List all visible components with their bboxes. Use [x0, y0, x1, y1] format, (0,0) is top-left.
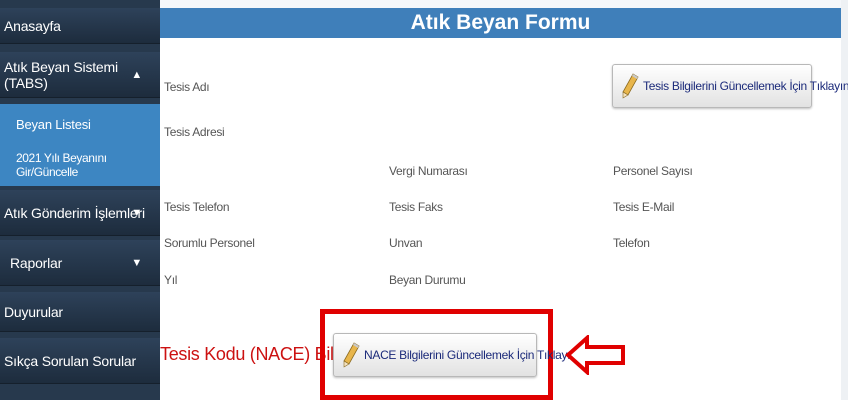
label-tesis-email: Tesis E-Mail [613, 200, 675, 214]
update-nace-button[interactable]: NACE Bilgilerini Güncellemek İçin Tıklay… [333, 333, 589, 377]
caret-down-icon: ▼ [131, 206, 142, 219]
sidebar-item-beyan-gir[interactable]: 2021 Yılı Beyanını Gir/Güncelle [0, 144, 160, 186]
sidebar-item-label: Duyurular [4, 303, 63, 320]
sidebar: Anasayfa Atık Beyan Sistemi (TABS) ▲ Bey… [0, 0, 160, 400]
sidebar-item-sss[interactable]: Sıkça Sorulan Sorular [0, 338, 160, 384]
label-telefon: Telefon [613, 236, 650, 250]
label-tesis-telefon: Tesis Telefon [164, 200, 230, 214]
caret-down-icon: ▼ [131, 256, 142, 269]
sidebar-item-atik-gonderim[interactable]: Atık Gönderim İşlemleri ▼ [0, 190, 160, 236]
left-arrow-icon [565, 335, 625, 375]
sidebar-item-raporlar[interactable]: Raporlar ▼ [0, 240, 160, 286]
update-nace-label: NACE Bilgilerini Güncellemek İçin Tıklay… [364, 348, 589, 362]
scroll-edge [841, 0, 848, 400]
caret-up-icon: ▲ [131, 68, 142, 81]
update-facility-label: Tesis Bilgilerini Güncellemek İçin Tıkla… [643, 79, 848, 93]
sidebar-item-tabs[interactable]: Atık Beyan Sistemi (TABS) ▲ [0, 52, 160, 98]
label-unvan: Unvan [389, 236, 423, 250]
label-sorumlu-personel: Sorumlu Personel [164, 236, 255, 250]
sidebar-item-label: Raporlar [10, 254, 63, 271]
label-beyan-durumu: Beyan Durumu [389, 273, 466, 287]
sidebar-item-label: Beyan Listesi [16, 116, 91, 132]
label-yil: Yıl [164, 273, 178, 287]
update-facility-button[interactable]: Tesis Bilgilerini Güncellemek İçin Tıkla… [612, 64, 848, 108]
top-strip [160, 0, 841, 8]
sidebar-item-label: Atık Gönderim İşlemleri [4, 204, 145, 221]
label-personel-sayisi: Personel Sayısı [613, 164, 693, 178]
label-vergi-numarasi: Vergi Numarası [389, 164, 468, 178]
sidebar-item-beyan-listesi[interactable]: Beyan Listesi [0, 104, 160, 144]
sidebar-item-anasayfa[interactable]: Anasayfa [0, 8, 160, 44]
pencil-icon [343, 342, 360, 368]
label-tesis-faks: Tesis Faks [389, 200, 443, 214]
label-tesis-adi: Tesis Adı [164, 80, 210, 94]
sidebar-item-label: Sıkça Sorulan Sorular [4, 352, 136, 369]
label-tesis-adresi: Tesis Adresi [164, 125, 225, 139]
page-title: Atık Beyan Formu [160, 8, 841, 38]
sidebar-item-label: 2021 Yılı Beyanını Gir/Güncelle [16, 151, 107, 179]
pencil-icon [622, 73, 639, 99]
sidebar-item-label: Anasayfa [4, 17, 61, 34]
page-title-text: Atık Beyan Formu [410, 11, 591, 34]
sidebar-item-duyurular[interactable]: Duyurular [0, 292, 160, 332]
